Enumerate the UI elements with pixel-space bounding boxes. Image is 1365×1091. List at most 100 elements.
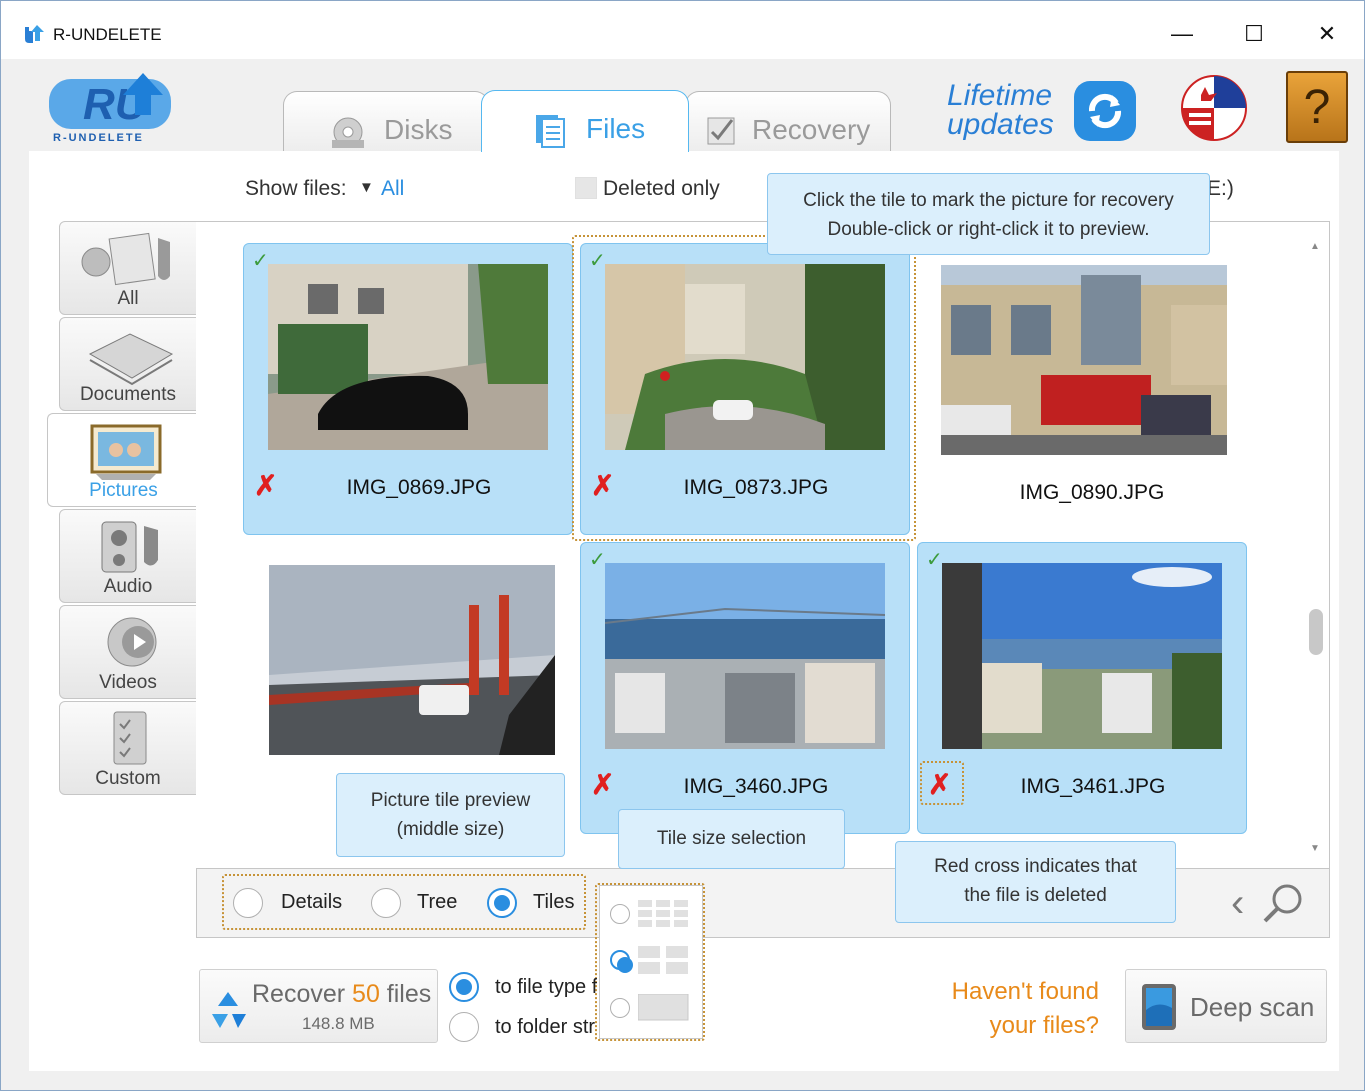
files-icon xyxy=(536,115,565,148)
nav-label-documents: Documents xyxy=(79,384,177,405)
tab-disks[interactable]: Disks xyxy=(283,91,489,151)
tab-disks-label: Disks xyxy=(384,114,453,145)
nav-item-pictures[interactable]: Pictures xyxy=(47,413,199,507)
app-window: R-UNDELETE — ☐ ✕ RU R-UNDELETE Disks Fil… xyxy=(0,0,1365,1091)
show-files-label: Show files: xyxy=(245,177,347,200)
tooltip-red-cross-line2: the file is deleted xyxy=(964,885,1107,906)
view-details-radio[interactable] xyxy=(233,888,263,918)
tooltip-tile-size-text: Tile size selection xyxy=(656,828,807,849)
nav-item-all[interactable]: All xyxy=(59,221,197,315)
language-flag-icon[interactable] xyxy=(1179,73,1249,143)
title-bar: R-UNDELETE — ☐ ✕ xyxy=(1,1,1364,59)
tooltip-tile-preview: Picture tile preview (middle size) xyxy=(336,773,565,857)
havent-found-line1: Haven't found xyxy=(951,978,1099,1005)
havent-found-link[interactable]: Haven't found your files? xyxy=(901,975,1099,1043)
file-tile[interactable]: ✓ ✗ IMG_3460.JPG xyxy=(580,542,910,834)
documents-icon xyxy=(88,333,174,386)
photo-thumbnail xyxy=(941,265,1227,455)
minimize-button[interactable]: — xyxy=(1167,19,1197,49)
recover-button-label: Recover 50 files xyxy=(252,980,431,1009)
nav-label-videos: Videos xyxy=(99,672,157,693)
scrollbar-thumb[interactable] xyxy=(1309,609,1323,655)
havent-found-line2: your files? xyxy=(989,1012,1099,1039)
tab-recovery[interactable]: Recovery xyxy=(685,91,891,151)
recover-prefix: Recover xyxy=(252,980,353,1008)
nav-item-videos[interactable]: Videos xyxy=(59,605,197,699)
view-mode-highlight xyxy=(222,874,586,930)
updates-refresh-icon[interactable] xyxy=(1072,79,1138,143)
dropdown-arrow-icon[interactable]: ▼ xyxy=(359,179,374,196)
deleted-cross-icon: ✗ xyxy=(254,470,278,501)
check-icon: ✓ xyxy=(589,549,606,571)
drive-label: E:) xyxy=(1207,177,1234,200)
scroll-down-icon[interactable]: ▼ xyxy=(1310,843,1320,854)
view-details-label: Details xyxy=(281,891,343,913)
tooltip-tile-preview-line1: Picture tile preview xyxy=(370,790,531,811)
to-folder-structure-label: to folder str xyxy=(495,1016,596,1038)
view-tiles-radio[interactable] xyxy=(487,888,517,918)
nav-item-custom[interactable]: Custom xyxy=(59,701,197,795)
tile-highlight-frame xyxy=(572,235,916,541)
photo-thumbnail xyxy=(942,563,1222,749)
tab-files[interactable]: Files xyxy=(481,90,689,152)
tooltip-red-cross: Red cross indicates that the file is del… xyxy=(895,841,1176,923)
video-icon xyxy=(107,617,157,667)
recover-suffix: files xyxy=(379,980,432,1008)
logo-mark-icon: RU R-UNDELETE xyxy=(49,73,171,144)
vertical-scrollbar[interactable]: ▲ ▼ xyxy=(1307,239,1325,859)
deep-scan-label: Deep scan xyxy=(1190,992,1315,1022)
file-name: IMG_3460.JPG xyxy=(683,775,829,798)
file-name: IMG_0890.JPG xyxy=(1019,481,1165,504)
view-tree-radio[interactable] xyxy=(371,888,401,918)
nav-item-documents[interactable]: Documents xyxy=(59,317,197,411)
maximize-button[interactable]: ☐ xyxy=(1239,19,1269,49)
show-files-dropdown[interactable]: All xyxy=(381,177,404,201)
nav-label-custom: Custom xyxy=(95,768,161,789)
nav-item-audio[interactable]: Audio xyxy=(59,509,197,603)
recycle-icon xyxy=(212,992,246,1028)
lifetime-updates-text: Lifetime updates xyxy=(947,79,1054,141)
file-name: IMG_0869.JPG xyxy=(346,476,492,499)
lifetime-line2: updates xyxy=(947,108,1054,141)
tab-recovery-label: Recovery xyxy=(752,114,871,145)
recover-files-button[interactable]: Recover 50 files 148.8 MB xyxy=(199,969,438,1043)
tooltip-red-cross-line1: Red cross indicates that xyxy=(934,856,1137,877)
tile-size-highlight xyxy=(595,883,705,1041)
tooltip-tile-size: Tile size selection xyxy=(618,809,845,869)
search-icon[interactable] xyxy=(1261,879,1307,925)
to-file-type-radio[interactable] xyxy=(449,972,479,1002)
deep-scan-button[interactable]: Deep scan xyxy=(1125,969,1327,1043)
check-icon: ✓ xyxy=(926,549,943,571)
deleted-only-label: Deleted only xyxy=(603,177,720,200)
nav-label-audio: Audio xyxy=(103,576,153,597)
close-button[interactable]: ✕ xyxy=(1312,19,1342,49)
help-button[interactable]: ? xyxy=(1286,71,1348,143)
view-tree-label: Tree xyxy=(417,891,458,913)
view-tiles-label: Tiles xyxy=(533,891,575,913)
to-folder-structure-radio[interactable] xyxy=(449,1012,479,1042)
previous-icon[interactable]: ‹ xyxy=(1231,881,1244,926)
deleted-only-checkbox[interactable] xyxy=(575,177,597,199)
deleted-cross-icon: ✗ xyxy=(591,769,615,800)
nav-label-all: All xyxy=(117,288,139,309)
tooltip-click-tile-line1: Click the tile to mark the picture for r… xyxy=(803,190,1174,211)
pictures-icon xyxy=(90,424,162,480)
window-title: R-UNDELETE xyxy=(53,25,162,44)
check-icon: ✓ xyxy=(252,250,269,272)
photo-thumbnail xyxy=(268,264,548,450)
photo-thumbnail xyxy=(605,563,885,749)
audio-icon xyxy=(101,521,158,573)
scroll-up-icon[interactable]: ▲ xyxy=(1310,241,1320,252)
logo-text: R-UNDELETE xyxy=(53,132,144,144)
file-tile[interactable]: ✓ ✗ IMG_0869.JPG xyxy=(243,243,573,535)
all-media-icon xyxy=(81,232,170,286)
lifetime-line1: Lifetime xyxy=(947,79,1053,112)
file-tile[interactable]: IMG_0890.JPG xyxy=(917,243,1247,535)
recovery-icon xyxy=(707,117,735,145)
deleted-cross-highlight xyxy=(920,761,964,805)
file-tile[interactable]: ✓ ✗ IMG_3461.JPG xyxy=(917,542,1247,834)
disk-icon xyxy=(332,117,364,148)
file-name: IMG_3461.JPG xyxy=(1020,775,1166,798)
recover-size: 148.8 MB xyxy=(302,1014,375,1033)
logo: RU R-UNDELETE xyxy=(45,69,175,145)
